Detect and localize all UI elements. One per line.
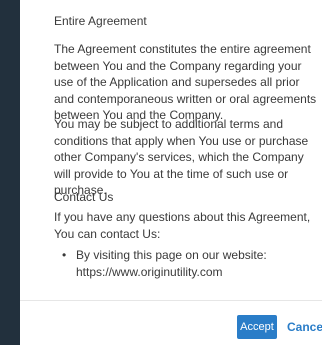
cancel-button[interactable]: Cancel bbox=[287, 315, 322, 339]
accept-button[interactable]: Accept bbox=[237, 315, 277, 339]
left-sidebar-strip bbox=[0, 0, 20, 345]
contact-us-heading: Contact Us bbox=[54, 190, 114, 204]
contact-intro-paragraph: If you have any questions about this Agr… bbox=[54, 210, 311, 241]
additional-terms-paragraph: You may be subject to additional terms a… bbox=[54, 117, 309, 197]
list-item: • By visiting this page on our website: … bbox=[54, 247, 320, 280]
website-contact-text: By visiting this page on our website: ht… bbox=[76, 248, 267, 279]
contact-methods-list: • By visiting this page on our website: … bbox=[54, 247, 320, 280]
entire-agreement-paragraph: The Agreement constitutes the entire agr… bbox=[54, 42, 317, 122]
footer-divider bbox=[20, 300, 322, 301]
bullet-icon: • bbox=[62, 248, 67, 262]
entire-agreement-heading: Entire Agreement bbox=[54, 14, 147, 28]
